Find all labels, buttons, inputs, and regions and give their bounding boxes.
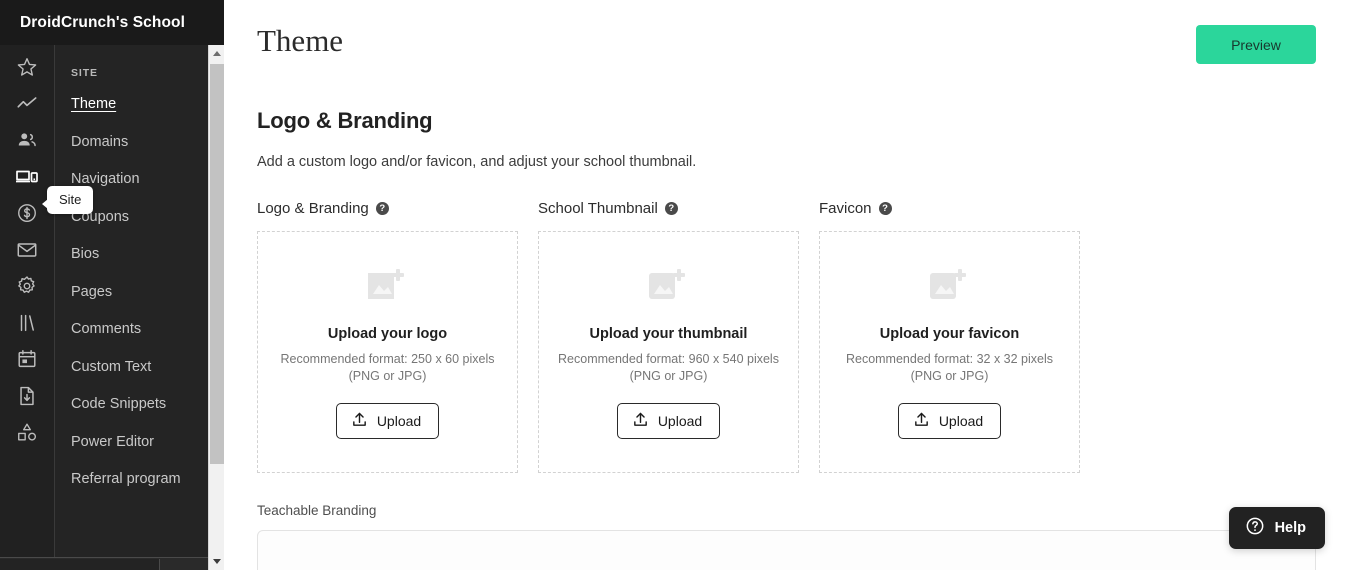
shapes-icon[interactable] — [9, 420, 45, 444]
sidebar-item-theme[interactable]: Theme — [71, 97, 224, 112]
card-label: School Thumbnail — [538, 200, 658, 217]
image-placeholder-icon — [647, 265, 691, 310]
section-subtitle: Add a custom logo and/or favicon, and ad… — [257, 154, 697, 170]
scroll-down-arrow-icon[interactable] — [209, 553, 224, 570]
nav-body: SITE Theme Domains Navigation Coupons Bi… — [0, 45, 224, 570]
upload-favicon-button[interactable]: Upload — [897, 403, 1002, 439]
dropzone-title: Upload your thumbnail — [589, 326, 748, 342]
horizontal-scrollbar-thumb[interactable] — [0, 559, 160, 570]
calendar-icon[interactable] — [9, 347, 45, 371]
dropzone-title: Upload your logo — [327, 326, 448, 342]
school-thumbnail-card: School Thumbnail ? Upload your thumbnail — [538, 199, 819, 473]
left-navigation: DroidCrunch's School SITE Theme Domains … — [0, 0, 224, 570]
dropzone-recommendation: Recommended format: 32 x 32 pixels (PNG … — [846, 351, 1053, 385]
file-download-icon[interactable] — [9, 384, 45, 408]
analytics-icon[interactable] — [9, 92, 45, 116]
teachable-branding-panel — [257, 530, 1316, 570]
dropzone-recommendation: Recommended format: 250 x 60 pixels (PNG… — [281, 351, 495, 385]
sidebar-item-domains[interactable]: Domains — [71, 134, 224, 150]
upload-icon — [913, 411, 930, 431]
card-header: Favicon ? — [819, 199, 1100, 218]
upload-icon — [351, 411, 368, 431]
help-circle-icon[interactable]: ? — [375, 202, 389, 215]
dropzone-recommendation: Recommended format: 960 x 540 pixels (PN… — [558, 351, 779, 385]
formats-text: (PNG or JPG) — [910, 369, 989, 383]
sidebar-item-custom-text[interactable]: Custom Text — [71, 359, 224, 375]
logo-branding-card: Logo & Branding ? Upload your logo Recom… — [257, 199, 538, 473]
image-placeholder-icon — [366, 265, 410, 310]
scroll-up-arrow-icon[interactable] — [209, 45, 224, 62]
app-root: DroidCrunch's School SITE Theme Domains … — [0, 0, 1346, 570]
users-icon[interactable] — [9, 128, 45, 152]
card-header: School Thumbnail ? — [538, 199, 819, 218]
upload-button-label: Upload — [657, 413, 703, 429]
card-header: Logo & Branding ? — [257, 199, 538, 218]
section-title: Logo & Branding — [257, 108, 433, 133]
sidebar-item-navigation[interactable]: Navigation — [71, 172, 224, 187]
upload-cards: Logo & Branding ? Upload your logo Recom… — [257, 199, 1316, 473]
sidebar-item-code-snippets[interactable]: Code Snippets — [71, 397, 224, 412]
upload-logo-button[interactable]: Upload — [335, 403, 440, 439]
sidebar-item-power-editor[interactable]: Power Editor — [71, 434, 224, 450]
sidebar-item-comments[interactable]: Comments — [71, 322, 224, 337]
page-header: Theme Preview — [257, 0, 1316, 64]
mail-icon[interactable] — [9, 238, 45, 262]
recommended-format-text: Recommended format: 32 x 32 pixels — [845, 352, 1054, 366]
upload-button-label: Upload — [376, 413, 422, 429]
help-widget-button[interactable]: Help — [1228, 507, 1325, 549]
card-label: Logo & Branding — [257, 200, 369, 217]
image-placeholder-icon — [928, 265, 972, 310]
sidebar-section-label: SITE — [71, 67, 98, 79]
formats-text: (PNG or JPG) — [629, 369, 708, 383]
logo-dropzone[interactable]: Upload your logo Recommended format: 250… — [257, 231, 518, 473]
brand-bar: DroidCrunch's School — [0, 0, 224, 45]
thumbnail-dropzone[interactable]: Upload your thumbnail Recommended format… — [538, 231, 799, 473]
page-title: Theme — [257, 23, 344, 58]
preview-button[interactable]: Preview — [1196, 25, 1316, 64]
sidebar-scrollbar-thumb[interactable] — [210, 64, 224, 464]
help-circle-icon[interactable]: ? — [664, 202, 678, 215]
recommended-format-text: Recommended format: 250 x 60 pixels — [280, 352, 495, 366]
favicon-dropzone[interactable]: Upload your favicon Recommended format: … — [819, 231, 1080, 473]
recommended-format-text: Recommended format: 960 x 540 pixels — [558, 352, 779, 366]
teachable-branding-label: Teachable Branding — [257, 503, 377, 518]
favicon-card: Favicon ? Upload your favicon Recommende… — [819, 199, 1100, 473]
site-devices-icon[interactable] — [9, 165, 45, 189]
main-content: Theme Preview Logo & Branding Add a cust… — [224, 0, 1346, 570]
upload-thumbnail-button[interactable]: Upload — [616, 403, 721, 439]
sidebar-menu: SITE Theme Domains Navigation Coupons Bi… — [55, 45, 224, 570]
books-icon[interactable] — [9, 311, 45, 335]
question-circle-icon — [1245, 516, 1265, 541]
help-widget-label: Help — [1274, 520, 1306, 536]
sidebar-item-pages[interactable]: Pages — [71, 284, 224, 300]
sidebar-horizontal-scrollbar[interactable] — [0, 557, 208, 570]
sidebar-vertical-scrollbar[interactable] — [208, 45, 224, 570]
sidebar-menu-list: SITE Theme Domains Navigation Coupons Bi… — [55, 45, 224, 487]
sidebar-item-bios[interactable]: Bios — [71, 247, 224, 262]
sidebar-item-coupons[interactable]: Coupons — [71, 209, 224, 225]
dropzone-title: Upload your favicon — [879, 326, 1020, 342]
icon-rail — [0, 45, 55, 570]
upload-icon — [632, 411, 649, 431]
sidebar-item-referral-program[interactable]: Referral program — [71, 472, 224, 487]
gear-icon[interactable] — [9, 274, 45, 298]
help-circle-icon[interactable]: ? — [878, 202, 892, 215]
dollar-circle-icon[interactable] — [9, 201, 45, 225]
upload-button-label: Upload — [938, 413, 984, 429]
school-name: DroidCrunch's School — [20, 13, 185, 31]
formats-text: (PNG or JPG) — [348, 369, 427, 383]
star-icon[interactable] — [9, 55, 45, 79]
card-label: Favicon — [819, 200, 872, 217]
site-tooltip: Site — [41, 186, 94, 214]
